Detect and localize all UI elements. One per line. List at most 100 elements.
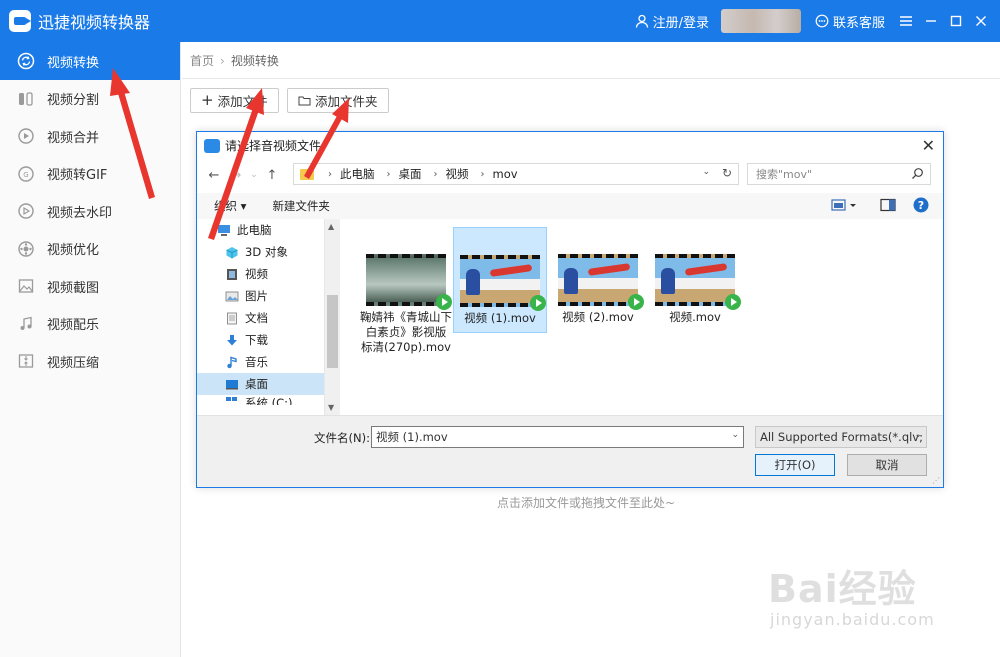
- login-button[interactable]: 注册/登录: [635, 12, 709, 31]
- contact-service-button[interactable]: 联系客服: [815, 12, 885, 31]
- file-item[interactable]: 视频 (1).mov: [453, 227, 547, 333]
- tree-item-label: 图片: [245, 289, 268, 303]
- svg-text:?: ?: [918, 199, 924, 212]
- sidebar-item-screenshot[interactable]: 视频截图: [0, 268, 180, 306]
- address-crumb[interactable]: 视频: [446, 166, 469, 182]
- document-icon: [227, 312, 237, 324]
- dialog-nav-row: ← → ⌄ ↑ › 此电脑 › 桌面 › 视频 › mov ⌄ ↻ 搜索"mov…: [197, 163, 943, 187]
- filename-value: 视频 (1).mov: [376, 430, 448, 444]
- close-button[interactable]: [970, 10, 992, 32]
- search-placeholder: 搜索"mov": [756, 168, 813, 181]
- sidebar-item-watermark[interactable]: 视频去水印: [0, 193, 180, 231]
- minimize-icon: [926, 20, 936, 22]
- organize-menu[interactable]: 组织 ▾: [214, 198, 246, 214]
- tree-item-documents[interactable]: 文档: [197, 307, 339, 329]
- new-folder-button[interactable]: 新建文件夹: [272, 198, 330, 214]
- recent-dropdown[interactable]: ⌄: [247, 164, 261, 186]
- sidebar-item-music[interactable]: 视频配乐: [0, 305, 180, 343]
- hamburger-icon: [900, 16, 912, 26]
- add-file-button[interactable]: + 添加文件: [190, 88, 279, 113]
- address-crumb[interactable]: mov: [493, 167, 518, 181]
- scrollbar-thumb[interactable]: [327, 295, 338, 368]
- filename-label: 文件名(N):: [314, 431, 370, 445]
- address-crumb[interactable]: 此电脑: [340, 166, 375, 182]
- help-icon[interactable]: ?: [913, 197, 929, 213]
- play-icon: [436, 294, 452, 310]
- sidebar-item-label: 视频转换: [47, 55, 100, 71]
- chevron-right-icon: ›: [480, 168, 485, 180]
- dialog-app-icon: [204, 138, 220, 153]
- scroll-down-icon[interactable]: ▼: [328, 403, 334, 412]
- user-icon: [635, 14, 648, 28]
- dialog-footer: 文件名(N): 视频 (1).mov ⌄ All Supported Forma…: [197, 415, 943, 487]
- tree-item-label: 此电脑: [237, 223, 272, 237]
- tree-item-music[interactable]: 音乐: [197, 351, 339, 373]
- tree-item-pictures[interactable]: 图片: [197, 285, 339, 307]
- tree-item-label: 下载: [245, 333, 268, 347]
- screenshot-icon: [17, 277, 35, 295]
- sidebar-item-label: 视频合并: [47, 130, 100, 146]
- tree-item-videos[interactable]: 视频: [197, 263, 339, 285]
- gif-icon: G: [17, 165, 35, 183]
- file-item[interactable]: 视频 (2).mov: [551, 227, 645, 325]
- filename-input[interactable]: 视频 (1).mov ⌄: [371, 426, 744, 448]
- title-bar: 迅捷视频转换器 注册/登录 联系客服: [0, 0, 1000, 42]
- app-title: 迅捷视频转换器: [38, 13, 151, 32]
- address-bar[interactable]: › 此电脑 › 桌面 › 视频 › mov ⌄ ↻: [293, 163, 739, 185]
- watermark-icon: [17, 202, 35, 220]
- tree-item-this-pc[interactable]: 此电脑: [197, 219, 339, 241]
- menu-button[interactable]: [895, 10, 917, 32]
- chevron-right-icon: ›: [328, 168, 332, 180]
- minimize-button[interactable]: [920, 10, 942, 32]
- sidebar-item-merge[interactable]: 视频合并: [0, 118, 180, 156]
- breadcrumb-home[interactable]: 首页: [190, 52, 214, 69]
- dialog-title-bar: 请选择音视频文件: [197, 132, 943, 159]
- view-mode-icon[interactable]: [831, 198, 857, 212]
- file-name: 视频 (2).mov: [562, 310, 634, 324]
- forward-button[interactable]: →: [225, 164, 247, 186]
- refresh-icon[interactable]: ↻: [722, 166, 732, 180]
- tree-item-label: 音乐: [245, 355, 268, 369]
- sidebar-item-gif[interactable]: G 视频转GIF: [0, 155, 180, 193]
- tree-item-label: 系统 (C:): [245, 396, 293, 405]
- desktop-icon: [226, 379, 238, 389]
- play-icon: [725, 294, 741, 310]
- file-type-select[interactable]: All Supported Formats(*.qlv; ⌄: [755, 426, 927, 448]
- arrow-up-icon: ↑: [266, 167, 278, 183]
- dialog-close-button[interactable]: ✕: [922, 136, 935, 155]
- chevron-down-icon[interactable]: ⌄: [702, 167, 710, 177]
- watermark-logo: Bai经验 jingyan.baidu.com: [760, 548, 990, 648]
- preview-pane-icon[interactable]: [880, 198, 896, 212]
- file-type-value: All Supported Formats(*.qlv;: [760, 430, 923, 444]
- back-button[interactable]: ←: [203, 164, 225, 186]
- up-button[interactable]: ↑: [261, 164, 283, 186]
- resize-grip-icon[interactable]: ⋰: [932, 476, 940, 485]
- breadcrumb-current: 视频转换: [230, 54, 279, 68]
- cancel-button[interactable]: 取消: [847, 454, 927, 476]
- add-folder-button[interactable]: 添加文件夹: [287, 88, 389, 113]
- chevron-down-icon[interactable]: ⌄: [731, 430, 739, 440]
- play-icon: [530, 295, 546, 311]
- maximize-button[interactable]: [945, 10, 967, 32]
- scroll-up-icon[interactable]: ▲: [328, 222, 334, 231]
- breadcrumb-chevron-icon: ›: [220, 53, 225, 68]
- open-button[interactable]: 打开(O): [755, 454, 835, 476]
- address-crumb[interactable]: 桌面: [399, 166, 422, 182]
- sidebar-item-convert[interactable]: 视频转换: [0, 42, 180, 80]
- folder-icon: [298, 96, 311, 106]
- tree-item-downloads[interactable]: 下载: [197, 329, 339, 351]
- file-item[interactable]: 鞠婧祎《青城山下白素贞》影视版 标清(270p).mov: [359, 227, 453, 355]
- tree-item-desktop[interactable]: 桌面: [197, 373, 339, 395]
- file-item[interactable]: 视频.mov: [648, 227, 742, 325]
- sidebar-item-compress[interactable]: 视频压缩: [0, 343, 180, 381]
- tree-item-3d-objects[interactable]: 3D 对象: [197, 241, 339, 263]
- sidebar-item-label: 视频去水印: [47, 205, 113, 221]
- search-input[interactable]: 搜索"mov": [747, 163, 931, 185]
- tree-item-system-c[interactable]: 系统 (C:): [197, 395, 339, 405]
- sidebar-item-label: 视频优化: [47, 243, 100, 259]
- video-thumbnail: [558, 254, 644, 310]
- video-thumbnail: [460, 255, 546, 311]
- tree-scrollbar[interactable]: ▲ ▼: [324, 219, 340, 415]
- sidebar-item-split[interactable]: 视频分割: [0, 80, 180, 118]
- sidebar-item-optimize[interactable]: 视频优化: [0, 230, 180, 268]
